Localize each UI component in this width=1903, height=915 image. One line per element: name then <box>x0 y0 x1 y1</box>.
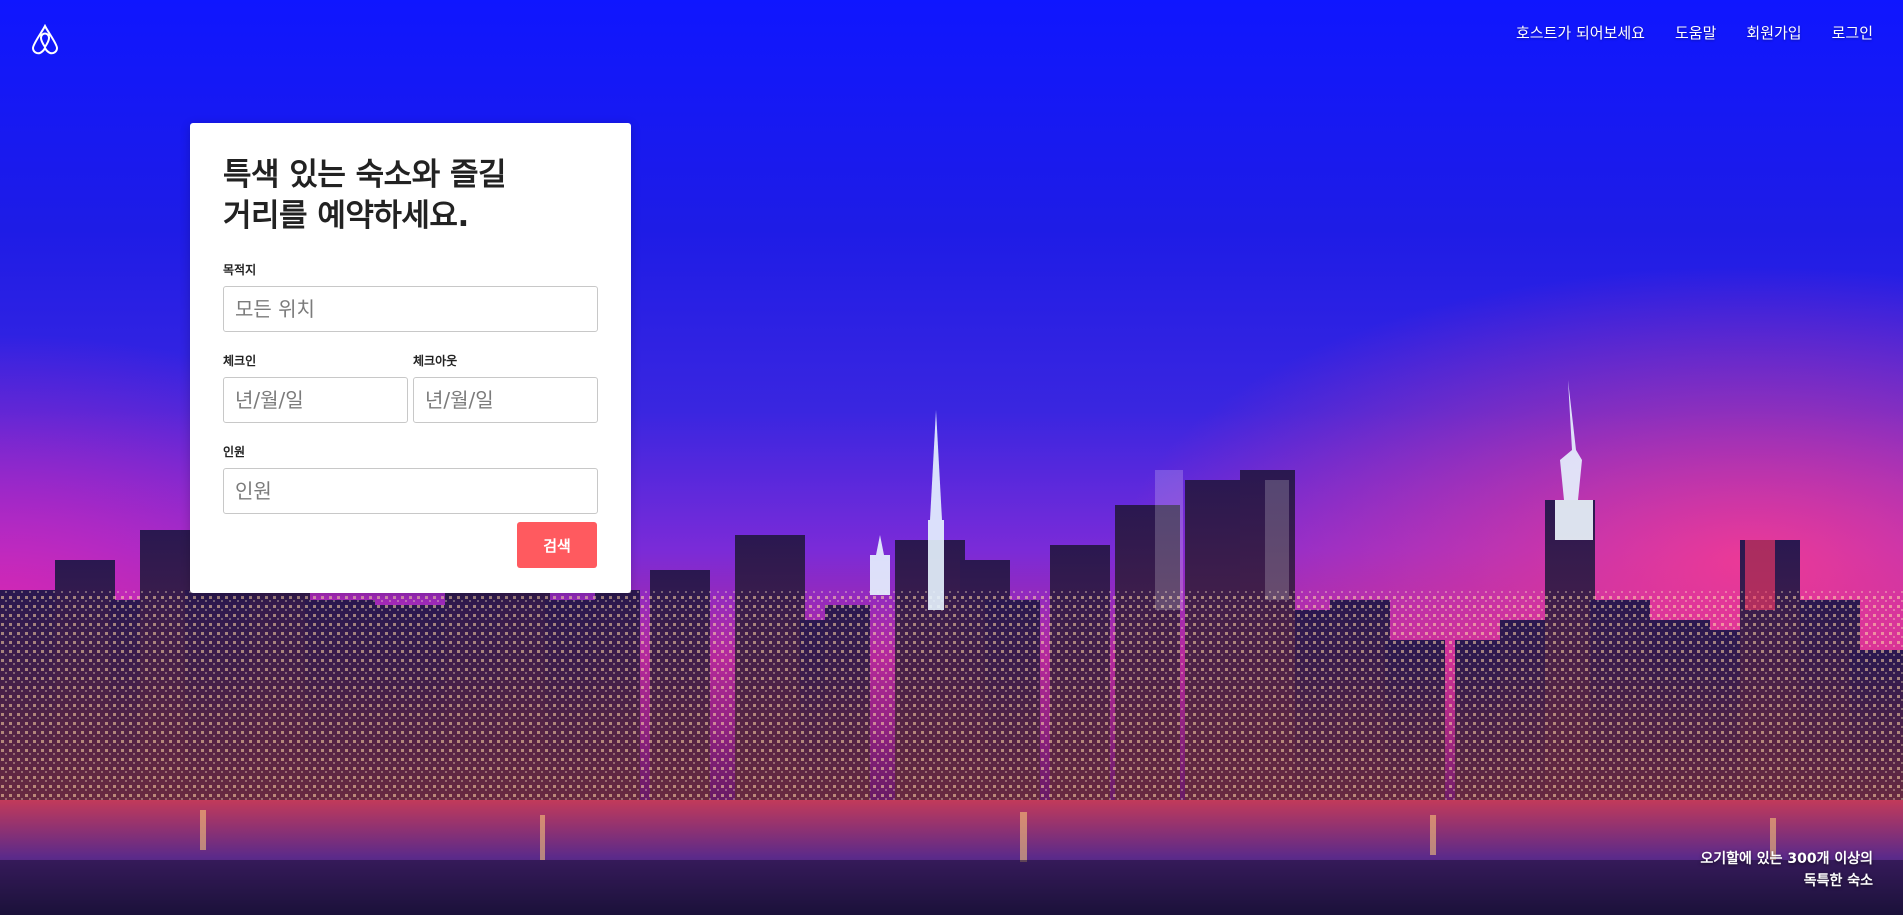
airbnb-logo-icon[interactable] <box>30 23 60 56</box>
nav-become-host[interactable]: 호스트가 되어보세요 <box>1516 22 1645 43</box>
destination-field: 목적지 <box>223 261 598 332</box>
promo-caption: 오기할에 있는 300개 이상의 독특한 숙소 <box>1700 848 1873 892</box>
nav-login[interactable]: 로그인 <box>1832 22 1873 43</box>
checkout-input[interactable] <box>413 377 598 423</box>
checkout-label: 체크아웃 <box>413 354 458 368</box>
page-title: 특색 있는 숙소와 즐길 거리를 예약하세요. <box>223 157 507 234</box>
search-card: 특색 있는 숙소와 즐길 거리를 예약하세요. 목적지 체크인 체크아웃 인원 … <box>190 123 631 593</box>
checkout-field: 체크아웃 <box>413 352 598 423</box>
date-fields: 체크인 체크아웃 <box>223 352 598 423</box>
guests-field: 인원 <box>223 443 598 514</box>
guests-input[interactable] <box>223 468 598 514</box>
nav-help[interactable]: 도움말 <box>1675 22 1716 43</box>
guests-label: 인원 <box>223 445 246 459</box>
promo-line-1: 오기할에 있는 300개 이상의 <box>1700 851 1873 867</box>
checkin-input[interactable] <box>223 377 408 423</box>
checkin-field: 체크인 <box>223 352 408 423</box>
top-nav: 호스트가 되어보세요 도움말 회원가입 로그인 <box>1516 22 1873 43</box>
search-button[interactable]: 검색 <box>517 522 597 568</box>
destination-input[interactable] <box>223 286 598 332</box>
nav-signup[interactable]: 회원가입 <box>1746 22 1801 43</box>
destination-label: 목적지 <box>223 263 257 277</box>
checkin-label: 체크인 <box>223 354 257 368</box>
promo-line-2: 독특한 숙소 <box>1803 873 1873 889</box>
